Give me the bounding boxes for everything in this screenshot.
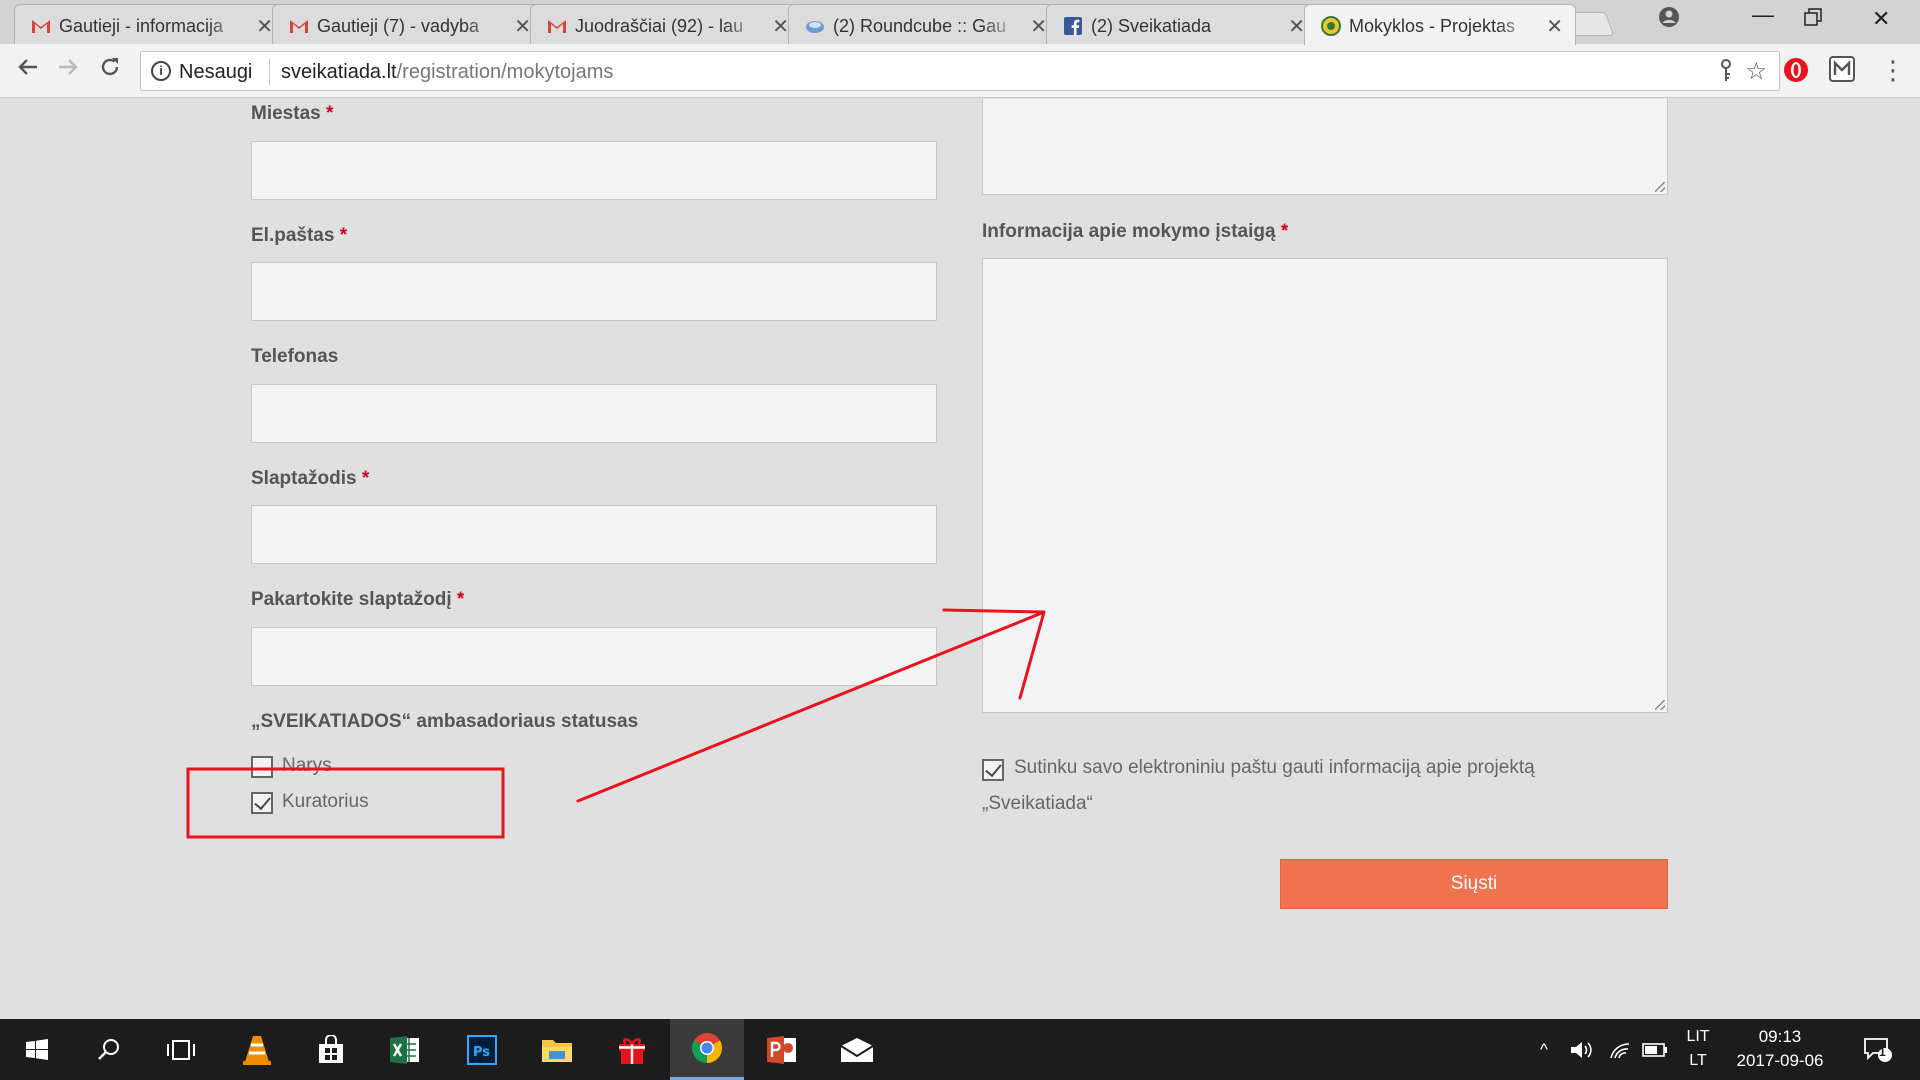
clock-date: 2017-09-06 — [1736, 1051, 1824, 1070]
store-icon[interactable] — [294, 1019, 368, 1080]
close-icon[interactable]: ✕ — [1546, 14, 1563, 39]
forward-button[interactable] — [52, 54, 84, 86]
registration-page: Miestas * El.paštas * Telefonas Slaptažo… — [0, 99, 1920, 1019]
menu-icon[interactable]: ⋮ — [1880, 56, 1910, 86]
annotation-arrow — [576, 608, 1046, 803]
address-bar[interactable]: i Nesaugi sveikatiada.lt/registration/mo… — [140, 51, 1780, 91]
tab-title: Mokyklos - Projektas — [1349, 16, 1516, 36]
close-icon[interactable]: ✕ — [1288, 14, 1305, 39]
notifications-icon[interactable]: 1 — [1858, 1019, 1898, 1080]
browser-tab-active[interactable]: Mokyklos - Projektas ✕ — [1304, 4, 1576, 45]
close-icon[interactable]: ✕ — [256, 14, 273, 39]
close-icon[interactable]: ✕ — [514, 14, 531, 39]
key-icon[interactable] — [1719, 59, 1733, 89]
tab-strip: Gautieji - informacija ✕ Gautieji (7) - … — [0, 0, 1920, 45]
divider — [269, 59, 270, 85]
tab-title: Juodraščiai (92) - lau — [575, 16, 744, 36]
clock[interactable]: 09:13 2017-09-06 — [1716, 1025, 1844, 1073]
windows-taskbar: Ps ^ LIT LT 09:13 2017-09-06 1 — [0, 1019, 1920, 1080]
restore-icon[interactable] — [1804, 6, 1822, 32]
minimize-icon[interactable]: — — [1752, 2, 1774, 28]
browser-toolbar: i Nesaugi sveikatiada.lt/registration/mo… — [0, 44, 1920, 98]
notification-count: 1 — [1879, 1045, 1886, 1059]
info-icon[interactable]: i — [151, 61, 171, 81]
reload-button[interactable] — [94, 54, 126, 86]
sveikatiada-icon — [1321, 16, 1341, 36]
wifi-icon[interactable] — [1606, 1019, 1634, 1080]
opera-vpn-icon[interactable] — [1782, 56, 1812, 86]
excel-icon[interactable] — [368, 1019, 442, 1080]
security-label[interactable]: Nesaugi — [179, 61, 252, 84]
mail-icon[interactable] — [820, 1019, 894, 1080]
gmail-icon — [547, 16, 567, 36]
tab-title: Gautieji (7) - vadyba — [317, 16, 480, 36]
url-text[interactable]: sveikatiada.lt/registration/mokytojams — [281, 61, 613, 84]
powerpoint-icon[interactable] — [745, 1019, 819, 1080]
clock-time: 09:13 — [1758, 1027, 1802, 1046]
extension-icon[interactable] — [1829, 56, 1859, 86]
browser-tab[interactable]: (2) Roundcube :: Gau ✕ — [788, 4, 1060, 44]
close-icon[interactable]: ✕ — [772, 14, 789, 39]
vlc-icon[interactable] — [220, 1019, 294, 1080]
file-explorer-icon[interactable] — [520, 1019, 594, 1080]
close-window-icon[interactable]: ✕ — [1872, 6, 1890, 32]
start-button[interactable] — [0, 1019, 74, 1080]
search-icon[interactable] — [72, 1019, 146, 1080]
svg-text:Ps: Ps — [473, 1045, 490, 1060]
browser-tab[interactable]: Juodraščiai (92) - lau ✕ — [530, 4, 802, 44]
volume-icon[interactable] — [1568, 1019, 1596, 1080]
browser-tab[interactable]: Gautieji - informacija ✕ — [14, 4, 286, 44]
tab-title: Gautieji - informacija — [59, 16, 224, 36]
tab-title: (2) Roundcube :: Gau — [833, 16, 1007, 36]
chrome-icon[interactable] — [670, 1019, 744, 1080]
photoshop-icon[interactable]: Ps — [445, 1019, 519, 1080]
tab-title: (2) Sveikatiada — [1091, 16, 1212, 36]
annotation-overlay — [186, 608, 1046, 839]
show-hidden-icons-icon[interactable]: ^ — [1534, 1019, 1554, 1080]
gmail-icon — [289, 16, 309, 36]
battery-icon[interactable] — [1640, 1019, 1670, 1080]
browser-tab[interactable]: Gautieji (7) - vadyba ✕ — [272, 4, 544, 44]
back-button[interactable] — [12, 54, 44, 86]
gift-icon[interactable] — [595, 1019, 669, 1080]
facebook-icon — [1063, 16, 1083, 36]
profile-icon[interactable] — [1658, 6, 1680, 34]
language-indicator[interactable]: LIT LT — [1680, 1025, 1716, 1073]
task-view-icon[interactable] — [144, 1019, 218, 1080]
close-icon[interactable]: ✕ — [1030, 14, 1047, 39]
bookmark-star-icon[interactable]: ☆ — [1745, 57, 1767, 86]
gmail-icon — [31, 16, 51, 36]
roundcube-icon — [805, 16, 825, 36]
browser-tab[interactable]: (2) Sveikatiada ✕ — [1046, 4, 1318, 44]
annotation-highlight-box — [186, 767, 505, 839]
